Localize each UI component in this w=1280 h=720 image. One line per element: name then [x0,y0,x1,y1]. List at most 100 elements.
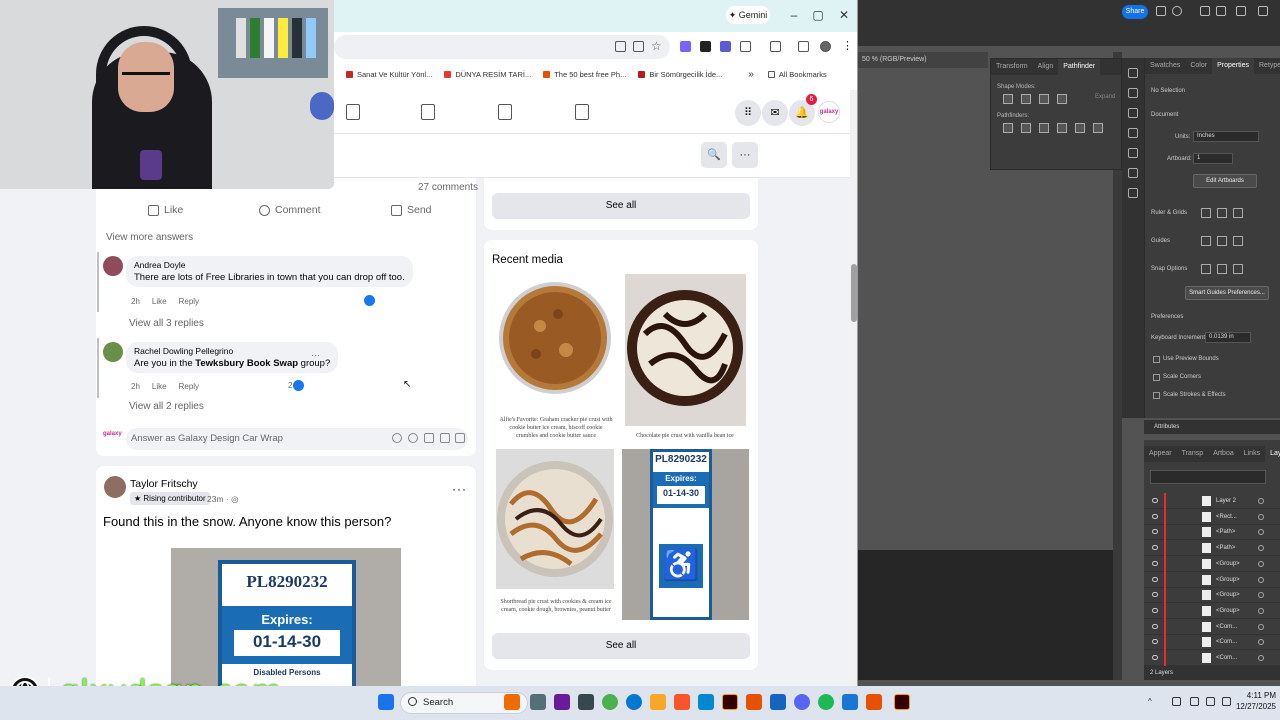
post-time[interactable]: 23m · ◎ [207,494,239,505]
snap-grid-icon[interactable] [1217,264,1227,274]
comment-reply-link[interactable]: Reply [179,297,199,306]
sticker-icon[interactable] [455,433,465,443]
workspace-icon[interactable] [1200,6,1210,16]
send-button[interactable]: Send [391,204,432,216]
illustrator-document-tab[interactable]: 50 % (RGB/Preview) [858,52,988,68]
layer-row[interactable]: <Rect... [1144,508,1280,525]
see-all-button[interactable]: See all [492,193,750,219]
comments-count[interactable]: 27 comments [418,182,478,193]
layer-row[interactable]: Layer 2 [1144,493,1280,509]
group-more-button[interactable]: ··· [732,142,758,168]
page-scrollbar[interactable] [850,90,857,686]
bell-icon[interactable] [1156,6,1166,16]
glyph-icon[interactable] [1128,168,1138,178]
target-circle-icon[interactable] [1258,623,1264,630]
minimize-icon[interactable] [1216,6,1226,16]
divide-icon[interactable] [1003,123,1013,133]
comment-like-link[interactable]: Like [152,297,167,306]
visibility-eye-icon[interactable] [1152,623,1158,629]
unite-icon[interactable] [1003,94,1013,104]
tab-swatches[interactable]: Swatches [1145,58,1185,74]
play-icon[interactable] [1128,188,1138,198]
smart-guides-icon[interactable] [1233,236,1243,246]
lock-guides-icon[interactable] [1217,236,1227,246]
avatar[interactable] [103,342,123,362]
tray-app-icon[interactable] [1172,697,1181,706]
comment-time[interactable]: 2h [131,297,140,306]
maximize-icon[interactable] [1236,6,1246,16]
show-guides-icon[interactable] [1201,236,1211,246]
view-more-answers-link[interactable]: View more answers [106,232,193,243]
target-circle-icon[interactable] [1258,560,1264,567]
target-circle-icon[interactable] [1258,513,1264,520]
exclude-icon[interactable] [1057,94,1067,104]
minus-back-icon[interactable] [1093,123,1103,133]
avatar[interactable] [104,476,126,498]
tray-chevron-icon[interactable]: ^ [1148,697,1157,706]
calendar-icon[interactable] [575,104,589,120]
layer-row[interactable]: <Group> [1144,587,1280,604]
extension-d-icon[interactable] [680,41,691,52]
gemini-button[interactable]: ✦ Gemini [726,6,770,24]
layers-icon[interactable] [1128,88,1138,98]
grid-icon[interactable] [1128,68,1138,78]
extension-dark-icon[interactable] [700,41,711,52]
grid-toggle-icon[interactable] [1217,208,1227,218]
target-circle-icon[interactable] [1258,545,1264,552]
visibility-eye-icon[interactable] [1152,655,1158,660]
media-thumbnail[interactable] [496,449,614,619]
post-menu-button[interactable]: ··· [452,482,467,496]
emoji-icon[interactable] [408,433,418,443]
visibility-eye-icon[interactable] [1152,607,1158,613]
target-circle-icon[interactable] [1258,498,1264,504]
like-reaction-icon[interactable] [364,295,375,306]
app-icon[interactable] [866,694,882,710]
visibility-eye-icon[interactable] [1152,560,1158,566]
outline-icon[interactable] [1075,123,1085,133]
layer-row[interactable]: <Com... [1144,618,1280,635]
media-thumbnail[interactable]: PL8290232 Expires: 01-14-30 ♿ [622,449,749,620]
profile-icon[interactable] [820,41,831,52]
extension-purple-icon[interactable] [720,41,731,52]
minimize-window-button[interactable]: – [784,6,804,24]
type-icon[interactable] [1128,128,1138,138]
tab-search-icon[interactable] [770,41,781,52]
libraries-icon[interactable] [1128,108,1138,118]
see-all-button[interactable]: See all [492,633,750,659]
pages-flag-icon[interactable] [346,104,360,120]
comment-author[interactable]: Andrea Doyle [134,260,405,270]
avatar[interactable] [103,256,123,276]
target-circle-icon[interactable] [1258,639,1264,646]
translate-icon[interactable] [615,41,626,52]
scale-strokes-checkbox[interactable] [1153,392,1160,399]
comment-reply-link[interactable]: Reply [179,382,199,391]
tab-properties[interactable]: Properties [1212,58,1254,74]
tab-artboards[interactable]: Artboa [1208,446,1239,462]
transparency-grid-icon[interactable] [1233,208,1243,218]
edge-icon[interactable] [626,694,642,710]
extensions-puzzle-icon[interactable] [740,41,751,52]
attributes-header[interactable]: Attributes [1144,420,1280,434]
bookmark-star-icon[interactable]: ☆ [651,40,662,52]
bookmarks-overflow-button[interactable]: » [748,69,754,80]
avatar-sticker-icon[interactable] [392,433,402,443]
wifi-icon[interactable] [1190,697,1199,706]
group-mention-link[interactable]: Tewksbury Book Swap [195,358,298,369]
paragraph-icon[interactable] [1128,148,1138,158]
bookmark-item[interactable]: DÜNYA RESİM TARİ... [444,70,531,79]
ads-chart-icon[interactable] [421,104,435,120]
tab-retype[interactable]: Retype [1254,58,1280,74]
view-replies-link[interactable]: View all 2 replies [129,401,204,412]
layer-row[interactable]: <Path> [1144,524,1280,541]
comment-time[interactable]: 2h [131,382,140,391]
brave-icon[interactable] [674,694,690,710]
units-select[interactable]: Inches [1193,131,1259,142]
tab-transform[interactable]: Transform [991,59,1033,75]
illustrator-share-button[interactable]: Share [1122,5,1148,19]
media-thumbnail[interactable] [625,274,746,444]
file-explorer-icon[interactable] [650,694,666,710]
post-author[interactable]: Taylor Fritschy [130,478,198,490]
taskbar-clock[interactable]: 4:11 PM 12/27/2025 [1232,690,1276,712]
comment-more-button[interactable]: ··· [311,350,320,360]
snap-point-icon[interactable] [1201,264,1211,274]
